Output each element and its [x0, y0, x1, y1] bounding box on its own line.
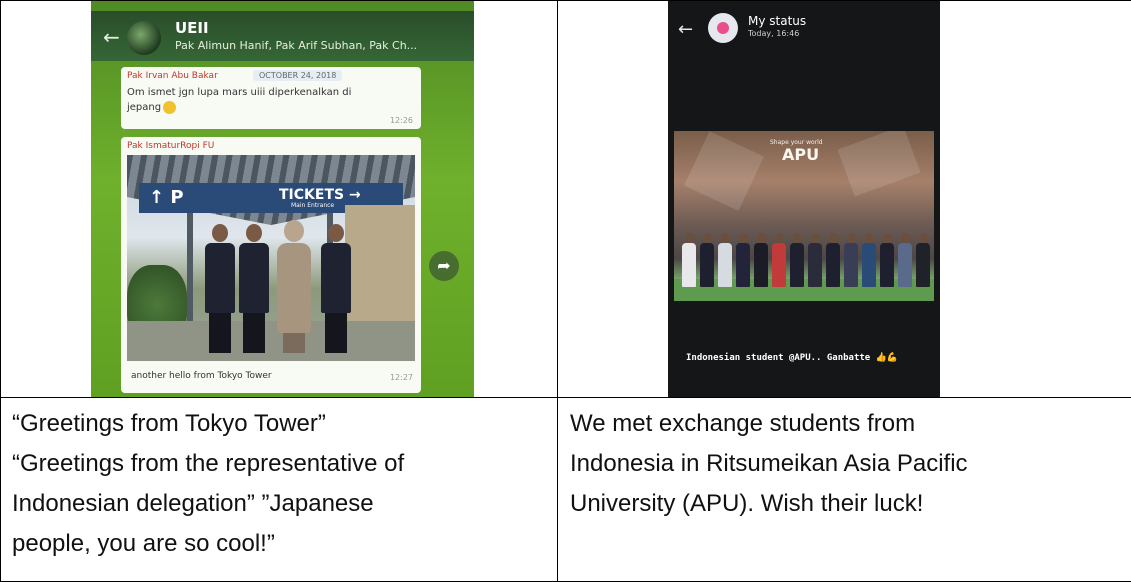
- status-caption: Indonesian student @APU.. Ganbatte 👍💪: [686, 353, 898, 363]
- tickets-sign-text: TICKETS →: [279, 187, 361, 203]
- caption-line: Indonesia in Ritsumeikan Asia Pacific: [570, 444, 1131, 484]
- right-photo-cell: ← My status Today, 16:46 Shape your worl…: [558, 1, 1131, 398]
- person: [682, 233, 696, 287]
- message-sender: Pak IsmaturRopi FU: [127, 141, 214, 151]
- apu-logo-text: APU: [782, 145, 819, 164]
- left-caption-cell: “Greetings from Tokyo Tower” “Greetings …: [1, 398, 558, 582]
- message-bubble: Pak Irvan Abu Bakar OCTOBER 24, 2018 Om …: [121, 67, 421, 129]
- message-time: 12:27: [390, 373, 413, 382]
- avatar: [708, 13, 738, 43]
- document-table: ← UEII Pak Alimun Hanif, Pak Arif Subhan…: [0, 0, 1131, 582]
- wall-facet: [838, 131, 921, 196]
- caption-line: “Greetings from the representative of: [12, 444, 557, 484]
- chat-header: ← UEII Pak Alimun Hanif, Pak Arif Subhan…: [91, 11, 474, 61]
- person: [205, 224, 235, 353]
- phone-screen: ← UEII Pak Alimun Hanif, Pak Arif Subhan…: [91, 1, 474, 397]
- right-caption-cell: We met exchange students from Indonesia …: [558, 398, 1131, 582]
- person: [898, 233, 912, 287]
- status-title: My status: [748, 14, 806, 28]
- share-forward-icon: ➦: [429, 251, 459, 281]
- status-time: Today, 16:46: [748, 29, 799, 38]
- person: [754, 233, 768, 287]
- caption-line: We met exchange students from: [570, 404, 1131, 444]
- person: [880, 233, 894, 287]
- caption-line: Indonesian delegation” ”Japanese: [12, 484, 557, 524]
- caption-row: “Greetings from Tokyo Tower” “Greetings …: [1, 398, 1131, 582]
- person: [277, 220, 311, 353]
- whatsapp-screenshot-photo: ← UEII Pak Alimun Hanif, Pak Arif Subhan…: [91, 1, 474, 397]
- main-entrance-text: Main Entrance: [291, 202, 334, 209]
- tokyo-tower-photo: ↑ P TICKETS → Main Entrance: [127, 155, 415, 361]
- image-message-bubble: Pak IsmaturRopi FU ↑ P TICKETS → Main En…: [121, 137, 421, 393]
- person: [700, 233, 714, 287]
- message-sender: Pak Irvan Abu Bakar: [127, 71, 218, 81]
- message-text: Om ismet jgn lupa mars uiii diperkenalka…: [127, 85, 387, 115]
- person: [736, 233, 750, 287]
- ground: [127, 321, 415, 361]
- group-avatar: [127, 21, 161, 55]
- group-name: UEII: [175, 19, 209, 37]
- wall-facet: [684, 131, 764, 211]
- building: [345, 205, 415, 325]
- left-photo-cell: ← UEII Pak Alimun Hanif, Pak Arif Subhan…: [1, 1, 558, 398]
- image-caption: another hello from Tokyo Tower: [131, 371, 272, 381]
- person: [790, 233, 804, 287]
- date-chip: OCTOBER 24, 2018: [253, 70, 342, 81]
- smiley-icon: [163, 101, 176, 114]
- person: [862, 233, 876, 287]
- back-arrow-icon: ←: [678, 19, 693, 40]
- person: [844, 233, 858, 287]
- person: [718, 233, 732, 287]
- caption-line: University (APU). Wish their luck!: [570, 484, 1131, 524]
- caption-line: “Greetings from Tokyo Tower”: [12, 404, 557, 444]
- status-screenshot-photo: ← My status Today, 16:46 Shape your worl…: [668, 1, 940, 397]
- parking-sign-text: ↑ P: [149, 187, 184, 208]
- person: [239, 224, 269, 353]
- person: [321, 224, 351, 353]
- photo-row: ← UEII Pak Alimun Hanif, Pak Arif Subhan…: [1, 1, 1131, 398]
- person: [772, 233, 786, 287]
- person: [826, 233, 840, 287]
- person: [808, 233, 822, 287]
- caption-line: people, you are so cool!”: [12, 524, 557, 564]
- message-time: 12:26: [390, 116, 413, 125]
- group-photo: Shape your world APU: [674, 131, 934, 301]
- back-arrow-icon: ←: [103, 25, 120, 49]
- person: [916, 233, 930, 287]
- group-members: Pak Alimun Hanif, Pak Arif Subhan, Pak C…: [175, 39, 417, 52]
